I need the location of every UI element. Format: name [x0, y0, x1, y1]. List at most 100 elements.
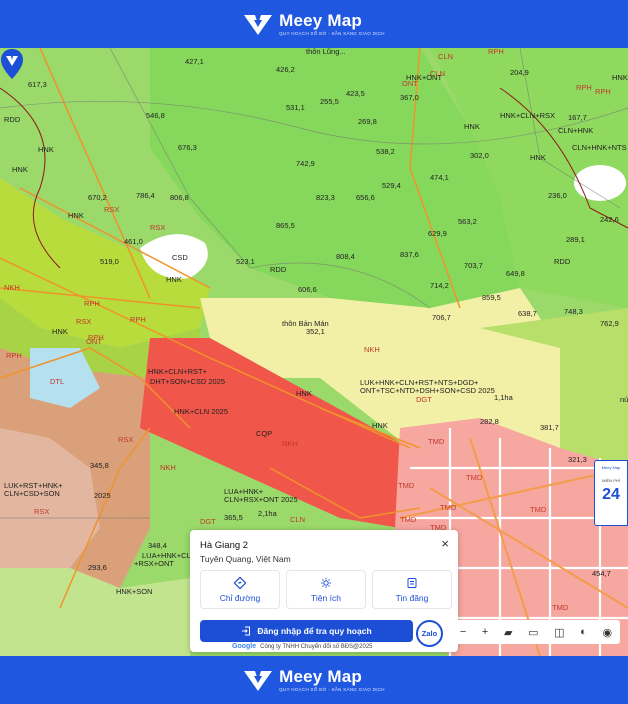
map-label: RPH: [130, 315, 146, 324]
map-label: ONT: [402, 79, 418, 88]
split-view-icon[interactable]: ◫: [554, 626, 564, 639]
compare-icon[interactable]: ◐: [580, 626, 587, 638]
map-label: RSX: [104, 205, 120, 214]
map-label: 519,0: [100, 257, 119, 266]
directions-icon: [234, 576, 246, 589]
map-label: HNK+SON: [116, 587, 153, 596]
meey-map-logo: Meey Map QUY HOẠCH SỔ ĐỎ - SẴN SÀNG GIAO…: [243, 12, 385, 37]
map-label: NKH: [4, 283, 20, 292]
map-label: 714,2: [430, 281, 449, 290]
map-label: 806,8: [170, 193, 189, 202]
map-label: 367,0: [400, 93, 419, 102]
map-label: CLN+CSD+SON: [4, 489, 60, 498]
map-label: 676,3: [178, 143, 197, 152]
map-label: 706,7: [432, 313, 451, 322]
copyright-text: Công ty TNHH Chuyển đổi số BĐS@2025: [260, 643, 373, 650]
map-label: TMD: [552, 603, 569, 612]
side-promo-number: 24: [602, 486, 620, 503]
map-label: 703,7: [464, 261, 483, 270]
map-label: 204,9: [510, 68, 529, 77]
map-label: 563,2: [458, 217, 477, 226]
close-icon[interactable]: ×: [441, 536, 449, 551]
map-label: núi Rặng: [620, 395, 628, 404]
map-label: thôn Lũng...: [306, 48, 346, 56]
zoom-out-button[interactable]: −: [460, 626, 466, 638]
map-label: TMD: [440, 503, 457, 512]
brand-tagline-bottom: QUY HOẠCH SỔ ĐỎ - SẴN SÀNG GIAO DỊCH: [279, 686, 385, 692]
map-label: DGT: [200, 517, 216, 526]
map-label: 2025: [94, 491, 111, 500]
map-label: TMD: [398, 481, 415, 490]
map-label: HNK: [166, 275, 182, 284]
map-label: 786,4: [136, 191, 155, 200]
map-label: ONT+TSC+NTD+DSH+SON+CSD 2025: [360, 386, 495, 395]
map-label: +RSX+ONT: [134, 559, 175, 568]
amenities-button[interactable]: Tiện ích: [286, 570, 366, 609]
map-label: DGT: [416, 395, 432, 404]
map-label: CQP: [256, 429, 273, 438]
map-label: 2,1ha: [258, 509, 277, 518]
map-label: HNK: [296, 389, 312, 398]
login-button[interactable]: Đăng nhập để tra quy hoạch: [200, 620, 413, 642]
map-label: 865,5: [276, 221, 295, 230]
brand-name-bottom: Meey Map: [279, 666, 362, 686]
map-label: 242,6: [600, 215, 619, 224]
map-label: 289,1: [566, 235, 585, 244]
map-label: CLN: [438, 52, 454, 61]
map-label: RPH: [84, 299, 100, 308]
map-label: 670,2: [88, 193, 107, 202]
listing-button[interactable]: Tin đăng: [372, 570, 452, 609]
map-label: 859,5: [482, 293, 501, 302]
layers-icon[interactable]: ▰: [504, 626, 512, 639]
map-label: ONT: [86, 337, 102, 346]
map-label: RPH: [6, 351, 22, 360]
brand-name: Meey Map: [279, 10, 362, 30]
map-label: HNK: [52, 327, 68, 336]
meey-logo-icon: [244, 15, 273, 35]
meey-map-logo-bottom: Meey Map QUY HOẠCH SỔ ĐỎ - SẴN SÀNG GIAO…: [243, 668, 385, 693]
map-label: HNK: [464, 122, 480, 131]
map-label: TMD: [530, 505, 547, 514]
map-label: HNK+CLN 2025: [174, 407, 228, 416]
map-label: 461,0: [124, 237, 143, 246]
map-label: TMD: [466, 473, 483, 482]
map-label: 345,8: [90, 461, 109, 470]
map-label: 321,3: [568, 455, 587, 464]
listing-icon: [407, 577, 417, 588]
zalo-chat-button[interactable]: Zalo: [416, 620, 443, 647]
map-label: TMD: [400, 515, 417, 524]
map-label: RSX: [150, 223, 166, 232]
map-label: 255,5: [320, 97, 339, 106]
map-label: 282,8: [480, 417, 499, 426]
location-pin-icon[interactable]: [0, 48, 24, 80]
login-icon: [242, 626, 251, 636]
map-label: 474,1: [430, 173, 449, 182]
brand-tagline: QUY HOẠCH SỔ ĐỎ - SẴN SÀNG GIAO DỊCH: [279, 30, 385, 36]
map-label: HNK: [530, 153, 546, 162]
map-label: 823,3: [316, 193, 335, 202]
map-label: 352,1: [306, 327, 325, 336]
map-label: RPH: [488, 48, 504, 56]
map-label: RDD: [554, 257, 571, 266]
map-label: 365,5: [224, 513, 243, 522]
bottom-brand-bar: Meey Map QUY HOẠCH SỔ ĐỎ - SẴN SÀNG GIAO…: [0, 656, 628, 704]
map-label: RDD: [4, 115, 21, 124]
map-label: 762,9: [600, 319, 619, 328]
map-label: DTL: [50, 377, 65, 386]
map-label: RPH: [576, 83, 592, 92]
map-label: 381,7: [540, 423, 559, 432]
place-title: Hà Giang 2: [200, 540, 249, 551]
side-promo-banner[interactable]: Meey Map MIỄN PHÍ 24: [594, 460, 628, 526]
map-label: 742,9: [296, 159, 315, 168]
map-label: 454,7: [592, 569, 611, 578]
map-label: HNK: [38, 145, 54, 154]
map-label: 531,1: [286, 103, 305, 112]
ruler-icon[interactable]: ▭: [528, 626, 538, 639]
zoom-in-button[interactable]: +: [482, 626, 488, 638]
map-label: 529,4: [382, 181, 401, 190]
locate-icon[interactable]: ◉: [602, 626, 612, 639]
map-label: 426,2: [276, 65, 295, 74]
directions-button[interactable]: Chỉ đường: [200, 570, 280, 609]
directions-label: Chỉ đường: [219, 592, 261, 603]
map-label: HNK: [372, 421, 388, 430]
